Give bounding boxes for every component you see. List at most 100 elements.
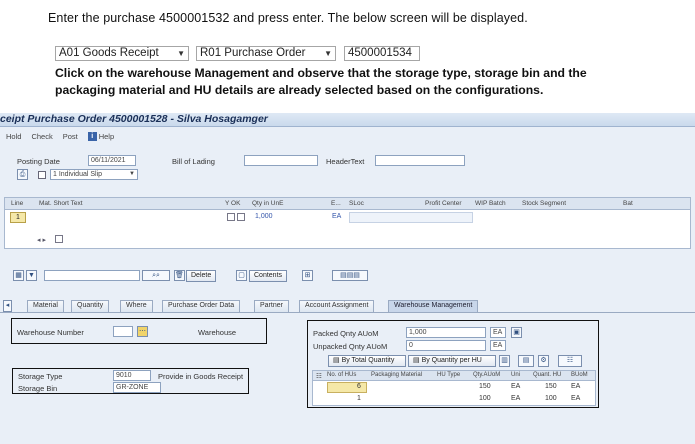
table-row-sloc[interactable] bbox=[349, 212, 473, 223]
by-total-quantity-label: By Total Quantity bbox=[341, 357, 395, 364]
col-unit: E... bbox=[331, 200, 341, 207]
table-row[interactable] bbox=[327, 382, 367, 393]
hu-icon[interactable]: ▤ bbox=[518, 355, 534, 367]
delete-button[interactable]: Delete bbox=[186, 270, 217, 282]
tab-quantity[interactable]: Quantity bbox=[71, 300, 110, 312]
lookup-icon[interactable]: ⋯ bbox=[137, 326, 148, 337]
packed-unit-field[interactable]: EA bbox=[490, 327, 506, 338]
col-buom: BUoM bbox=[571, 372, 588, 378]
layout-icons[interactable]: ▤▤▤ bbox=[332, 270, 368, 281]
by-quantity-per-hu-label: By Quantity per HU bbox=[421, 357, 482, 364]
hu-row-qty[interactable]: 100 bbox=[479, 395, 491, 402]
document-icon[interactable]: ▢ bbox=[236, 270, 247, 281]
binoculars-icon[interactable]: ⌕⌕ bbox=[142, 270, 170, 281]
check-button[interactable]: Check bbox=[31, 132, 52, 141]
hu-row-no[interactable]: 1 bbox=[357, 395, 361, 402]
packed-field[interactable]: 1,000 bbox=[406, 327, 486, 338]
instruction-line-1: Click on the warehouse Management and ob… bbox=[55, 66, 587, 80]
contents-button[interactable]: Contents bbox=[249, 270, 288, 282]
tab-scroll-icon[interactable]: ◂ bbox=[3, 300, 12, 312]
tab-where[interactable]: Where bbox=[120, 300, 153, 312]
col-batch: Bat bbox=[623, 200, 633, 207]
table-row-text[interactable] bbox=[39, 212, 219, 223]
col-qty: Qty in UnE bbox=[252, 200, 284, 207]
print-checkbox[interactable] bbox=[38, 171, 46, 179]
hu-row-uni[interactable]: EA bbox=[511, 395, 520, 402]
help-button[interactable]: i Help bbox=[87, 131, 114, 141]
col-uni: Uni bbox=[511, 372, 521, 378]
col-wip-batch: WIP Batch bbox=[475, 200, 506, 207]
table-row-qty[interactable]: 1,000 bbox=[255, 213, 273, 220]
hu-row-uni[interactable]: EA bbox=[511, 383, 520, 390]
reference-dropdown-value: R01 Purchase Order bbox=[200, 47, 306, 59]
post-button[interactable]: Post bbox=[63, 132, 78, 141]
bill-of-lading-field[interactable] bbox=[244, 155, 318, 166]
header-text-field[interactable] bbox=[375, 155, 465, 166]
col-line: Line bbox=[11, 200, 24, 207]
items-table-header: Line Mat. Short Text Y OK Qty in UnE E..… bbox=[5, 198, 690, 210]
ok-checkbox[interactable] bbox=[237, 213, 245, 221]
settings-icon[interactable]: ⚙ bbox=[538, 355, 549, 367]
hu-row-no[interactable]: 6 bbox=[357, 383, 361, 390]
tab-warehouse-management[interactable]: Warehouse Management bbox=[388, 300, 479, 312]
po-number-field[interactable]: 4500001534 bbox=[344, 46, 420, 61]
hu-row-quant[interactable]: 100 bbox=[545, 395, 557, 402]
table-row-line[interactable]: 1 bbox=[10, 212, 26, 223]
hu-table: ☷ No. of HUs Packaging Material HU Type … bbox=[312, 370, 596, 406]
hu-row-qty[interactable]: 150 bbox=[479, 383, 491, 390]
unpacked-unit-field[interactable]: EA bbox=[490, 340, 506, 351]
scroll-box[interactable] bbox=[55, 235, 63, 243]
by-quantity-per-hu-button[interactable]: ▤ By Quantity per HU bbox=[408, 355, 496, 367]
details-icon[interactable]: ▣ bbox=[511, 327, 522, 338]
warehouse-number-label: Warehouse Number bbox=[17, 328, 84, 337]
col-text: Mat. Short Text bbox=[39, 200, 83, 207]
tab-purchase-order-data[interactable]: Purchase Order Data bbox=[162, 300, 241, 312]
trash-icon[interactable]: 🗑 bbox=[174, 270, 185, 281]
printer-icon[interactable]: ⎙ bbox=[17, 169, 28, 180]
slip-dropdown[interactable]: 1 Individual Slip ▼ bbox=[50, 169, 138, 180]
by-total-quantity-button[interactable]: ▤ By Total Quantity bbox=[328, 355, 406, 367]
bill-of-lading-label: Bill of Lading bbox=[172, 157, 215, 166]
ok-checkbox[interactable] bbox=[227, 213, 235, 221]
po-number-value: 4500001534 bbox=[348, 47, 412, 59]
hu-row-buom[interactable]: EA bbox=[571, 383, 580, 390]
hu-row-quant[interactable]: 150 bbox=[545, 383, 557, 390]
col-sloc: SLoc bbox=[349, 200, 364, 207]
reference-dropdown[interactable]: R01 Purchase Order ▼ bbox=[196, 46, 336, 61]
filter-icon[interactable]: ▼ bbox=[26, 270, 37, 281]
tab-account-assignment[interactable]: Account Assignment bbox=[299, 300, 375, 312]
instruction-line-2: packaging material and HU details are al… bbox=[55, 83, 544, 97]
copy-icon[interactable]: ▥ bbox=[499, 355, 510, 367]
storage-bin-label: Storage Bin bbox=[18, 384, 58, 393]
action-dropdown[interactable]: A01 Goods Receipt ▼ bbox=[55, 46, 189, 61]
info-icon: i bbox=[87, 131, 97, 141]
window-title: ceipt Purchase Order 4500001528 - Silva … bbox=[0, 113, 695, 127]
table-row-unit[interactable]: EA bbox=[332, 213, 341, 220]
posting-date-field[interactable]: 06/11/2021 bbox=[88, 155, 136, 166]
col-no-hus: No. of HUs bbox=[327, 372, 357, 378]
tab-partner[interactable]: Partner bbox=[254, 300, 289, 312]
tab-material[interactable]: Material bbox=[27, 300, 64, 312]
sap-screen: ceipt Purchase Order 4500001528 - Silva … bbox=[0, 113, 695, 444]
column-icon[interactable]: ☷ bbox=[558, 355, 582, 367]
items-table: Line Mat. Short Text Y OK Qty in UnE E..… bbox=[4, 197, 691, 249]
unpacked-label: Unpacked Qnty AUoM bbox=[313, 342, 388, 351]
col-hu-type: HU Type bbox=[437, 372, 461, 378]
row-select-icon[interactable]: ☷ bbox=[316, 372, 322, 380]
hold-button[interactable]: Hold bbox=[6, 132, 21, 141]
warehouse-number-field[interactable] bbox=[113, 326, 133, 337]
hu-row-buom[interactable]: EA bbox=[571, 395, 580, 402]
select-all-icon[interactable]: ▦ bbox=[13, 270, 24, 281]
warehouse-label: Warehouse bbox=[198, 328, 237, 337]
storage-type-field[interactable]: 9010 bbox=[113, 370, 151, 381]
search-field[interactable] bbox=[44, 270, 140, 281]
storage-bin-field[interactable]: GR-ZONE bbox=[113, 382, 161, 393]
col-packaging: Packaging Material bbox=[371, 372, 423, 378]
split-icon[interactable]: ⊞ bbox=[302, 270, 313, 281]
tab-strip: ◂ Material Quantity Where Purchase Order… bbox=[0, 298, 695, 312]
unpacked-field[interactable]: 0 bbox=[406, 340, 486, 351]
hu-table-header: ☷ No. of HUs Packaging Material HU Type … bbox=[313, 371, 595, 381]
toolbar: Hold Check Post i Help bbox=[0, 129, 695, 143]
posting-date-label: Posting Date bbox=[17, 157, 60, 166]
scroll-arrows-icon[interactable]: ◂ ▸ bbox=[37, 236, 46, 244]
